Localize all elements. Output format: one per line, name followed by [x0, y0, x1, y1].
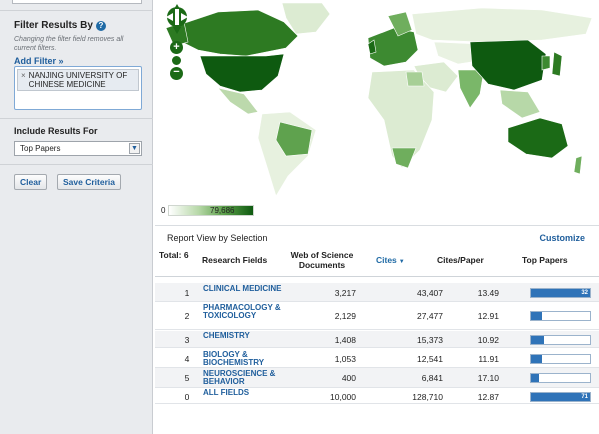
row-cites: 27,477 [417, 311, 443, 321]
row-cites-per-paper: 11.91 [478, 354, 499, 364]
row-rank: 4 [184, 354, 190, 364]
top-papers-bar[interactable]: 6 [530, 354, 591, 364]
row-rank: 1 [184, 288, 190, 298]
row-cites: 6,841 [421, 373, 443, 383]
row-documents: 2,129 [334, 311, 356, 321]
filter-value-box[interactable]: × NANJING UNIVERSITY OF CHINESE MEDICINE [14, 66, 142, 110]
row-cites: 15,373 [417, 335, 443, 345]
world-map[interactable]: + − [162, 0, 599, 200]
include-results-select[interactable]: Top Papers ▼ [14, 141, 142, 156]
row-cites-per-paper: 10.92 [477, 335, 499, 345]
sidebar: Filter Results By? Changing the filter f… [0, 0, 153, 434]
top-papers-bar[interactable]: 6 [530, 311, 591, 321]
col-cites-per-paper[interactable]: Cites/Paper [437, 255, 484, 265]
row-documents: 1,053 [334, 354, 356, 364]
row-cites: 128,710 [412, 392, 443, 402]
header-divider [155, 276, 599, 277]
col-cites-label: Cites [376, 255, 397, 265]
row-cites-per-paper: 12.91 [477, 311, 499, 321]
legend-max: 79,686 [210, 206, 235, 215]
top-papers-value: 4 [584, 375, 588, 381]
row-cites: 43,407 [417, 288, 443, 298]
help-icon[interactable]: ? [95, 21, 106, 31]
row-field-link[interactable]: CHEMISTRY [203, 332, 283, 340]
row-cites-per-paper: 17.10 [477, 373, 499, 383]
include-results-label: Include Results For [14, 126, 98, 136]
row-field-link[interactable]: CLINICAL MEDICINE [203, 285, 283, 293]
top-papers-bar[interactable]: 7 [530, 335, 591, 345]
row-rank: 0 [184, 392, 190, 402]
row-field-link[interactable]: BIOLOGY & BIOCHEMISTRY [203, 351, 283, 367]
table-row: 2 PHARMACOLOGY & TOXICOLOGY 2,129 27,477 12.… [155, 302, 599, 330]
top-papers-value: 32 [581, 290, 588, 296]
include-results-value: Top Papers [20, 144, 61, 153]
row-cites-per-paper: 12.87 [477, 392, 499, 402]
top-papers-bar-fill [531, 336, 544, 344]
table-row: 3 CHEMISTRY 1,408 15,373 10.92 7 [155, 331, 599, 348]
sidebar-divider [0, 10, 153, 11]
sidebar-divider [0, 164, 153, 165]
filter-note: Changing the filter field removes all cu… [14, 36, 124, 52]
row-cites-per-paper: 13.49 [477, 288, 499, 298]
top-papers-value: 6 [584, 313, 588, 319]
filter-title: Filter Results By? [14, 20, 106, 31]
report-title: Report View by Selection [167, 233, 268, 243]
top-papers-bar[interactable]: 32 [530, 288, 591, 298]
table-row: 1 CLINICAL MEDICINE 3,217 43,407 13.49 32 [155, 283, 599, 302]
row-documents: 400 [341, 373, 356, 383]
col-cites[interactable]: Cites ▼ [376, 255, 405, 267]
sidebar-top-box [12, 0, 142, 4]
row-documents: 3,217 [334, 288, 356, 298]
top-papers-bar-fill [531, 355, 543, 363]
save-criteria-button[interactable]: Save Criteria [57, 174, 121, 190]
customize-link[interactable]: Customize [539, 233, 585, 243]
pan-control-icon[interactable] [165, 3, 189, 35]
remove-filter-icon[interactable]: × [21, 71, 26, 80]
top-papers-bar[interactable]: 71 [530, 392, 591, 402]
table-row: 0 ALL FIELDS 10,000 128,710 12.87 71 [155, 389, 599, 404]
top-papers-value: 7 [584, 337, 588, 343]
filter-title-text: Filter Results By [14, 20, 93, 31]
legend-min: 0 [161, 206, 166, 215]
zoom-in-icon[interactable]: + [170, 41, 183, 54]
row-rank: 3 [184, 335, 190, 345]
table-row: 5 NEUROSCIENCE & BEHAVIOR 400 6,841 17.10 4 [155, 368, 599, 388]
zoom-out-icon[interactable]: − [170, 67, 183, 80]
chevron-down-icon[interactable]: ▼ [129, 143, 140, 154]
world-map-svg [165, 2, 593, 197]
clear-button[interactable]: Clear [14, 174, 48, 190]
top-papers-bar-fill [531, 312, 543, 320]
row-documents: 10,000 [330, 392, 356, 402]
top-papers-bar-fill [531, 374, 539, 382]
row-field-link[interactable]: ALL FIELDS [203, 389, 283, 397]
table-row: 4 BIOLOGY & BIOCHEMISTRY 1,053 12,541 11.91 6 [155, 349, 599, 368]
col-research-fields[interactable]: Research Fields [202, 255, 267, 265]
top-papers-bar[interactable]: 4 [530, 373, 591, 383]
row-documents: 1,408 [334, 335, 356, 345]
row-field-link[interactable]: NEUROSCIENCE & BEHAVIOR [203, 370, 283, 386]
col-top-papers[interactable]: Top Papers [522, 255, 568, 265]
add-filter-link[interactable]: Add Filter » [14, 56, 64, 66]
row-cites: 12,541 [417, 354, 443, 364]
top-papers-value: 71 [581, 394, 588, 400]
filter-tag: × NANJING UNIVERSITY OF CHINESE MEDICINE [17, 69, 139, 91]
total-count: Total: 6 [159, 250, 189, 260]
row-field-link[interactable]: PHARMACOLOGY & TOXICOLOGY [203, 304, 283, 320]
row-rank: 5 [184, 373, 190, 383]
sort-desc-icon: ▼ [398, 259, 405, 265]
top-papers-value: 6 [584, 356, 588, 362]
report-header: Report View by Selection Customize [155, 225, 599, 247]
filter-tag-label: NANJING UNIVERSITY OF CHINESE MEDICINE [28, 71, 128, 89]
col-wos-documents[interactable]: Web of Science Documents [287, 250, 357, 270]
sidebar-divider [0, 118, 153, 119]
row-rank: 2 [184, 311, 190, 321]
